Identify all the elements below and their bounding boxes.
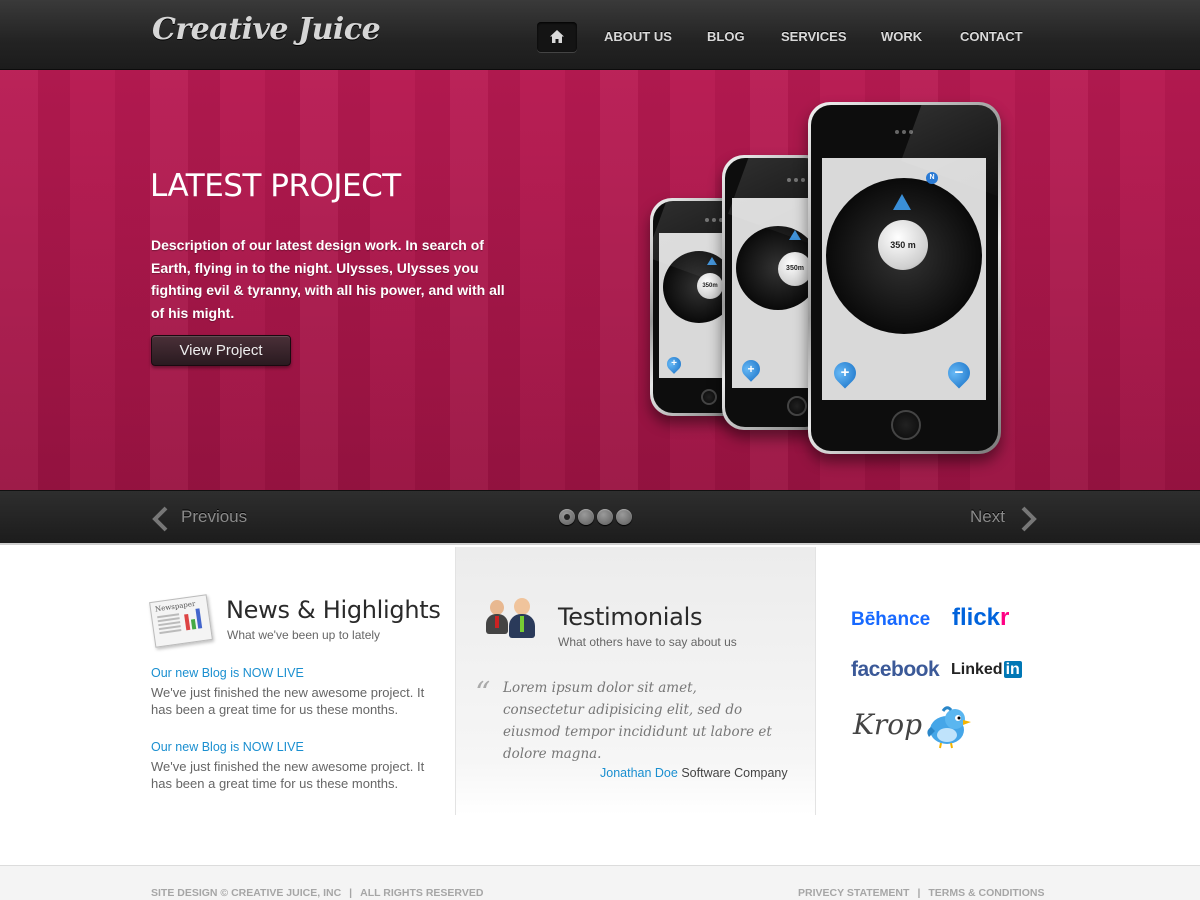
hero-title: LATEST PROJECT <box>150 168 401 204</box>
slide-dot-1[interactable] <box>559 509 575 525</box>
newspaper-icon: Newspaper <box>149 594 213 648</box>
slide-dot-3[interactable] <box>597 509 613 525</box>
slide-dot-2[interactable] <box>578 509 594 525</box>
testimonials-subtitle: What others have to say about us <box>558 635 737 649</box>
footer-rights: ALL RIGHTS RESERVED <box>360 887 484 899</box>
slide-indicators <box>559 509 632 525</box>
author-name[interactable]: Jonathan Doe <box>600 766 678 780</box>
news-link-2[interactable]: Our new Blog is NOW LIVE <box>151 740 304 754</box>
author-company: Software Company <box>681 766 788 780</box>
logo[interactable]: Creative Juice <box>152 12 381 47</box>
previous-label: Previous <box>181 507 248 526</box>
slider-controls: Previous Next <box>0 490 1200 545</box>
home-icon <box>550 30 564 43</box>
twitter-bird-icon[interactable] <box>925 705 973 749</box>
news-subtitle: What we've been up to lately <box>227 628 381 642</box>
footer-credit: SITE DESIGN © CREATIVE JUICE, INC <box>151 887 342 899</box>
testimonial-author: Jonathan Doe Software Company <box>600 766 788 780</box>
content-section: Newspaper News & Highlights What we've b… <box>0 547 1200 865</box>
nav-contact[interactable]: CONTACT <box>960 29 1023 44</box>
footer-right: PRIVECY STATEMENT | TERMS & CONDITIONS <box>798 887 1044 899</box>
behance-logo[interactable]: Bēhance <box>851 609 930 631</box>
next-button[interactable]: Next <box>970 506 1037 532</box>
nav-blog[interactable]: BLOG <box>707 29 745 44</box>
footer-separator: | <box>349 887 353 899</box>
nav-work[interactable]: WORK <box>881 29 922 44</box>
news-text-1: We've just finished the new awesome proj… <box>151 685 425 717</box>
next-label: Next <box>970 507 1005 526</box>
news-text-2: We've just finished the new awesome proj… <box>151 759 425 791</box>
footer-separator: | <box>917 887 921 899</box>
news-link-1[interactable]: Our new Blog is NOW LIVE <box>151 666 304 680</box>
chevron-left-icon <box>152 506 168 532</box>
site-footer: SITE DESIGN © CREATIVE JUICE, INC | ALL RI… <box>0 865 1200 900</box>
people-icon <box>484 598 546 642</box>
slide-dot-4[interactable] <box>616 509 632 525</box>
quote-icon: “ <box>475 676 491 711</box>
nav-about-us[interactable]: ABOUT US <box>604 29 672 44</box>
chevron-right-icon <box>1021 506 1037 532</box>
news-title: News & Highlights <box>226 596 441 624</box>
krop-logo[interactable]: Krop <box>853 708 922 741</box>
nav-services[interactable]: SERVICES <box>781 29 847 44</box>
site-header: Creative Juice ABOUT US BLOG SERVICES WO… <box>0 0 1200 70</box>
north-indicator: N <box>926 172 938 184</box>
linkedin-logo[interactable]: Linked in <box>951 661 1022 679</box>
testimonial-quote: Lorem ipsum dolor sit amet, consectetur … <box>503 680 772 762</box>
view-project-button[interactable]: View Project <box>151 335 291 366</box>
terms-link[interactable]: TERMS & CONDITIONS <box>928 887 1044 899</box>
privacy-link[interactable]: PRIVECY STATEMENT <box>798 887 909 899</box>
footer-left: SITE DESIGN © CREATIVE JUICE, INC | ALL RI… <box>151 887 483 899</box>
previous-button[interactable]: Previous <box>152 506 248 532</box>
nav-home-button[interactable] <box>537 22 577 52</box>
testimonials-title: Testimonials <box>558 603 703 631</box>
hero-description: Description of our latest design work. I… <box>151 237 505 321</box>
flickr-logo[interactable]: flickr <box>952 604 1009 632</box>
hero-banner: LATEST PROJECT Description of our latest… <box>0 70 1200 490</box>
phone-image-front: N 350 m + − <box>808 102 1001 454</box>
facebook-logo[interactable]: facebook <box>851 658 940 682</box>
